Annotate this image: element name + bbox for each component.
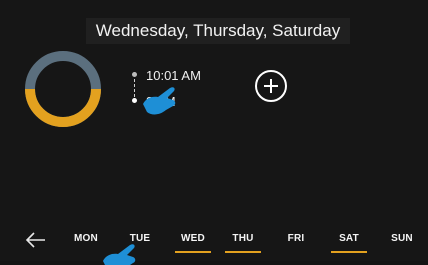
schedule-screen: Wednesday, Thursday, Saturday 10:01 AM 8… bbox=[0, 0, 428, 265]
arrow-left-icon[interactable] bbox=[24, 231, 46, 249]
add-time-button[interactable] bbox=[255, 70, 287, 102]
time-connector bbox=[134, 79, 135, 97]
hand-pointer-icon bbox=[103, 244, 136, 265]
schedule-ring-icon bbox=[25, 51, 101, 127]
time-dot-icon bbox=[132, 72, 137, 77]
time-label[interactable]: 10:01 AM bbox=[146, 68, 201, 83]
day-toggle-sat[interactable]: SAT bbox=[329, 230, 369, 254]
time-dot-icon bbox=[132, 98, 137, 103]
day-toggle-thu[interactable]: THU bbox=[223, 230, 263, 254]
day-toggle-sun[interactable]: SUN bbox=[382, 230, 422, 254]
hand-pointer-icon bbox=[143, 87, 176, 115]
day-toggle-wed[interactable]: WED bbox=[173, 230, 213, 254]
day-toggle-fri[interactable]: FRI bbox=[276, 230, 316, 254]
page-title: Wednesday, Thursday, Saturday bbox=[86, 18, 350, 44]
day-selector-bar: MON TUE WED THU FRI SAT SUN bbox=[0, 222, 428, 261]
